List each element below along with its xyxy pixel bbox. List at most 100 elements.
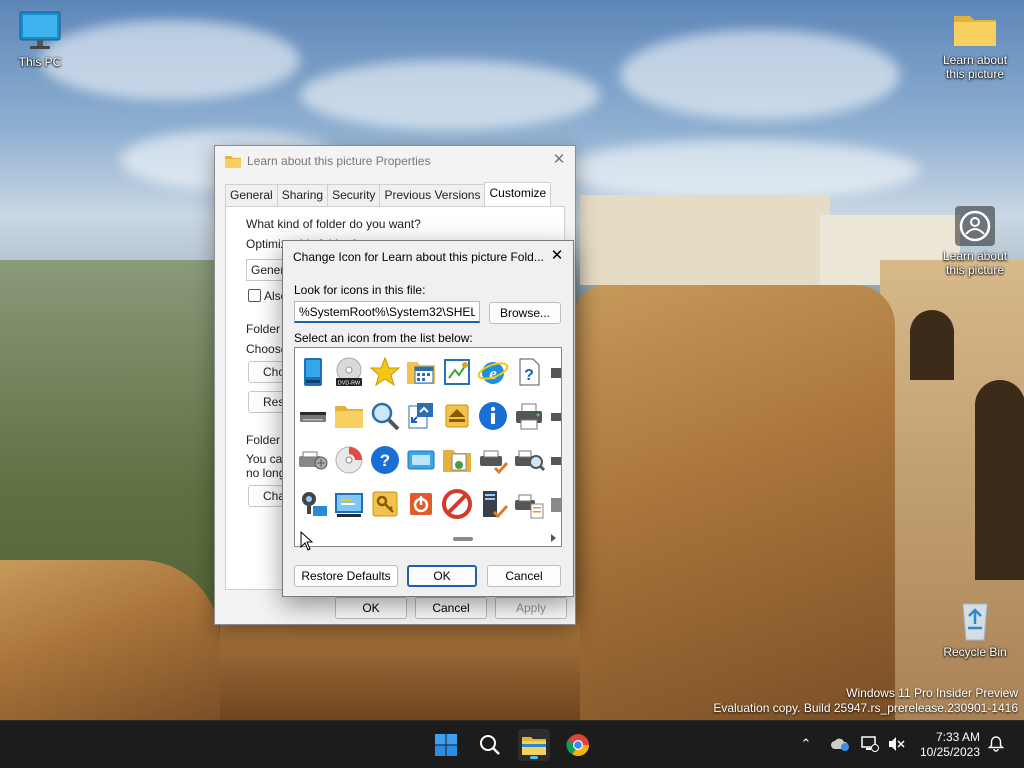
icon-cell[interactable] [295,394,331,438]
icon-cell[interactable] [295,438,331,482]
internet-explorer-icon: e [477,362,509,384]
icon-cell[interactable]: DVD-RW [331,350,367,394]
icon-cell[interactable] [331,394,367,438]
icon-cell[interactable] [547,394,561,438]
icon-list[interactable]: DVD-RW e ? ? [294,347,562,547]
close-button[interactable]: ✕ [551,152,567,168]
browse-button[interactable]: Browse... [489,302,561,324]
notifications-button[interactable] [987,735,1005,753]
bell-icon [988,736,1004,752]
search-button[interactable] [474,729,506,761]
properties-titlebar[interactable]: Learn about this picture Properties [215,146,575,176]
volume-tray[interactable] [886,735,906,753]
icon-cell[interactable] [403,394,439,438]
power-icon [410,493,432,515]
change-icon-dialog[interactable]: Change Icon for Learn about this picture… [282,240,574,597]
icon-cell[interactable] [475,394,511,438]
icon-cell[interactable]: ? [511,350,547,394]
icon-cell[interactable] [367,394,403,438]
mouse-cursor-icon [300,531,314,551]
chrome-button[interactable] [562,729,594,761]
icon-cell[interactable] [295,482,331,526]
icon-file-path-input[interactable] [294,301,480,323]
network-tray[interactable] [860,735,880,753]
close-icon: ✕ [550,247,564,264]
icon-cell[interactable]: ? [367,438,403,482]
dialog-close-button[interactable]: ✕ [549,248,565,264]
icon-cell[interactable] [439,482,475,526]
icon-cell[interactable] [403,350,439,394]
partial-icon [551,498,561,512]
watermark-line2: Evaluation copy. Build 25947.rs_prerelea… [713,701,1018,715]
dvd-rw-icon: DVD-RW [336,357,362,387]
desktop-icon-learn-folder[interactable]: Learn about this picture [935,10,1015,81]
ok-button[interactable]: OK [335,597,407,619]
also-apply-checkbox[interactable] [248,289,261,302]
icon-cell[interactable] [547,350,561,394]
desktop-icon-label: This PC [18,55,62,69]
icon-cell[interactable] [367,350,403,394]
svg-text:DVD-RW: DVD-RW [338,381,361,387]
svg-text:?: ? [524,367,534,384]
network-printer-icon [299,451,328,470]
help-icon: ? [371,446,399,474]
partial-icon [551,368,561,378]
icon-cell[interactable] [439,438,475,482]
icon-cell[interactable] [331,438,367,482]
start-button[interactable] [430,729,462,761]
clock-date: 10/25/2023 [919,745,980,759]
chevron-up-icon: ⌃ [800,736,812,751]
icon-cell[interactable] [439,350,475,394]
onedrive-tray[interactable] [829,735,851,753]
tab-customize[interactable]: Customize [484,182,552,206]
restore-defaults-button[interactable]: Restore Defaults [294,565,398,587]
icon-cell[interactable] [511,482,547,526]
windows-logo-icon [435,734,457,756]
icon-cell[interactable] [511,438,547,482]
shortcut-doc-icon [408,403,433,429]
tab-general[interactable]: General [225,184,278,206]
folder-icon [954,16,996,46]
server-check-icon [483,491,509,519]
tab-previous-versions[interactable]: Previous Versions [379,184,486,206]
show-hidden-icons[interactable]: ⌃ [797,735,815,753]
icon-cell[interactable] [475,438,511,482]
control-panel-icon [444,359,470,385]
icon-cell[interactable] [403,482,439,526]
icon-cell[interactable] [403,438,439,482]
chrome-icon [566,734,589,756]
tab-sharing[interactable]: Sharing [276,184,329,206]
printer-search-icon [515,450,545,472]
scroll-right-icon[interactable] [551,534,556,542]
desktop-icon-label: Learn about this picture [942,53,1008,81]
system-clock[interactable]: 7:33 AM 10/25/2023 [920,730,980,760]
apply-button[interactable]: Apply [495,597,567,619]
desktop-icon-this-pc[interactable]: This PC [0,10,80,69]
printer-icon [516,403,542,430]
icon-cell[interactable]: e [475,350,511,394]
icon-cell[interactable] [475,482,511,526]
cancel-button[interactable]: Cancel [415,597,487,619]
icon-cell[interactable] [331,482,367,526]
scrollbar-thumb[interactable] [453,537,473,541]
icon-cell[interactable] [547,482,561,526]
magnifier-icon [371,402,400,431]
horizontal-scrollbar[interactable] [295,532,561,546]
eject-icon [445,404,469,428]
icon-cell[interactable] [439,394,475,438]
desktop-icon-learn-picture[interactable]: Learn about this picture [935,206,1015,277]
scanner-icon [300,412,326,422]
icon-cell[interactable] [547,438,561,482]
partial-icon [551,457,561,465]
icon-cell[interactable] [295,350,331,394]
tab-security[interactable]: Security [327,184,381,206]
prohibited-icon [442,489,472,519]
change-icon-title: Change Icon for Learn about this picture… [293,250,544,264]
desktop-icon-recycle-bin[interactable]: Recycle Bin [935,598,1015,659]
icon-cell[interactable] [511,394,547,438]
cancel-button[interactable]: Cancel [487,565,561,587]
ok-button[interactable]: OK [407,565,477,587]
folder-icon [522,737,546,755]
file-explorer-button[interactable] [518,729,550,761]
icon-cell[interactable] [367,482,403,526]
